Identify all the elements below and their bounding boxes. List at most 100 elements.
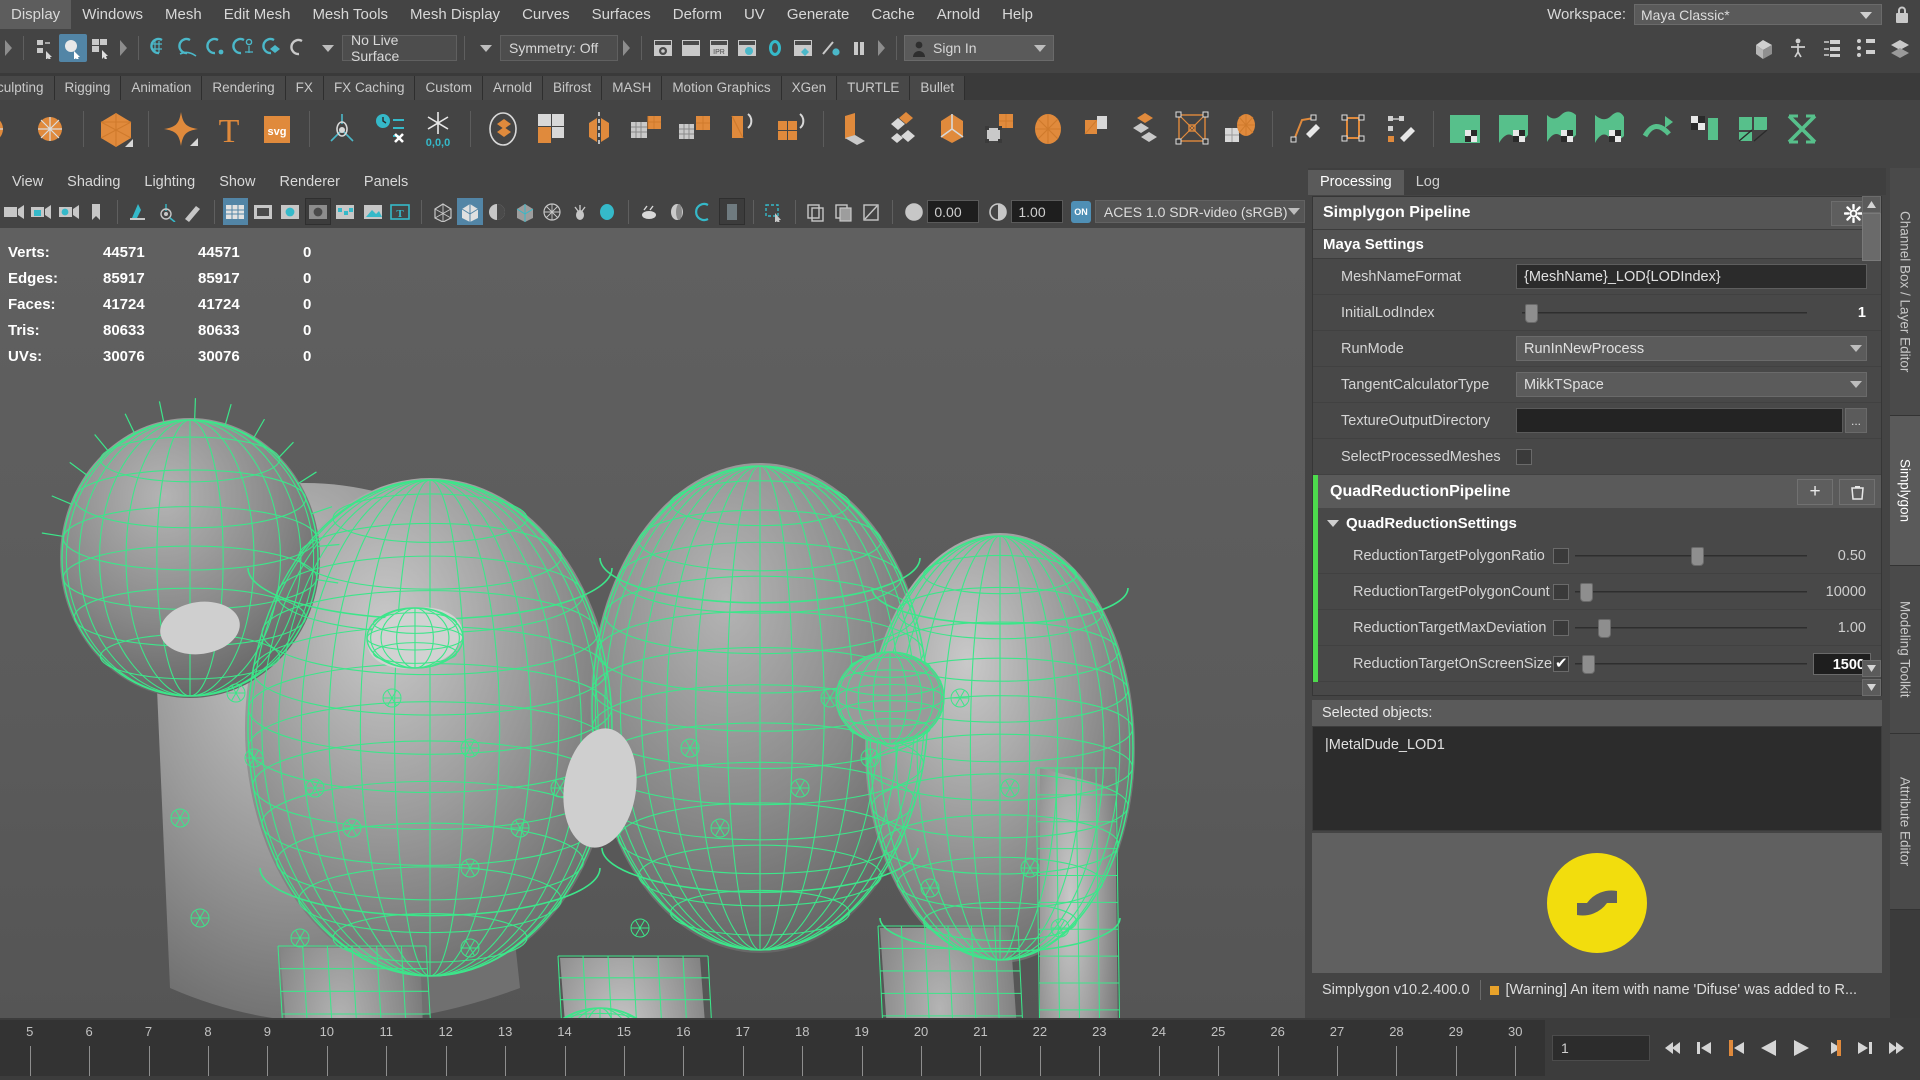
shelf-tab-xgen[interactable]: XGen bbox=[781, 76, 838, 100]
vertical-tab-modeling-toolkit[interactable]: Modeling Toolkit bbox=[1890, 566, 1920, 734]
ipr-render-icon[interactable]: IPR bbox=[705, 34, 733, 62]
render-sequence-icon[interactable] bbox=[677, 34, 705, 62]
toolbar-group-arrow[interactable] bbox=[117, 37, 129, 59]
flat-shading-icon[interactable] bbox=[485, 198, 510, 225]
snap-to-projected-center-icon[interactable] bbox=[230, 34, 258, 62]
checkbox-ReductionTargetPolygonCount[interactable] bbox=[1553, 583, 1569, 600]
viewport-menu-show[interactable]: Show bbox=[207, 174, 267, 190]
workspace-dropdown[interactable]: Maya Classic* bbox=[1634, 4, 1882, 25]
menu-item-deform[interactable]: Deform bbox=[662, 0, 733, 29]
add-pipeline-button[interactable]: + bbox=[1797, 478, 1833, 505]
step-back-keyframe-icon[interactable] bbox=[1692, 1035, 1718, 1061]
mirror-icon[interactable] bbox=[578, 108, 620, 150]
checkbox-SelectProcessedMeshes[interactable] bbox=[1516, 448, 1532, 465]
checkbox-ReductionTargetPolygonRatio[interactable] bbox=[1553, 547, 1569, 564]
play-backwards-icon[interactable] bbox=[1756, 1035, 1782, 1061]
tab-processing[interactable]: Processing bbox=[1308, 170, 1404, 195]
lock-camera-icon[interactable] bbox=[28, 198, 53, 225]
menu-item-mesh-tools[interactable]: Mesh Tools bbox=[301, 0, 399, 29]
exposure-adjust-icon[interactable] bbox=[901, 198, 926, 225]
menu-item-curves[interactable]: Curves bbox=[511, 0, 581, 29]
uv-layout-icon[interactable] bbox=[1733, 108, 1775, 150]
bridge-icon[interactable] bbox=[931, 108, 973, 150]
exposure-value-field[interactable]: 0.00 bbox=[927, 200, 979, 223]
go-to-start-icon[interactable] bbox=[1660, 1035, 1686, 1061]
duplicate-face-icon[interactable] bbox=[1123, 108, 1165, 150]
append-polygon-icon[interactable] bbox=[979, 108, 1021, 150]
xray-active-components-icon[interactable] bbox=[859, 198, 884, 225]
rigging-icon[interactable] bbox=[1784, 34, 1812, 62]
slider-ReductionTargetOnScreenSize[interactable] bbox=[1575, 652, 1807, 676]
uv-auto-icon[interactable] bbox=[1637, 108, 1679, 150]
extract-icon[interactable] bbox=[722, 108, 764, 150]
shelf-tab-fx-caching[interactable]: FX Caching bbox=[323, 76, 416, 100]
slider-knob[interactable] bbox=[1691, 546, 1704, 566]
poke-face-icon[interactable] bbox=[1075, 108, 1117, 150]
sign-in-button[interactable]: Sign In bbox=[904, 35, 1054, 61]
shelf-tab-mash[interactable]: MASH bbox=[602, 76, 663, 100]
dropdown-TangentCalculatorType[interactable]: MikkTSpace bbox=[1516, 372, 1867, 397]
reduce-icon[interactable] bbox=[674, 108, 716, 150]
symmetry-field[interactable]: Symmetry: Off bbox=[500, 35, 618, 61]
menu-item-arnold[interactable]: Arnold bbox=[926, 0, 991, 29]
wedge-icon[interactable] bbox=[1027, 108, 1069, 150]
ambient-occlusion-icon[interactable] bbox=[664, 198, 689, 225]
dropdown-RunMode[interactable]: RunInNewProcess bbox=[1516, 336, 1867, 361]
torus-primitive-icon[interactable] bbox=[30, 108, 72, 150]
node-editor-icon[interactable] bbox=[1818, 34, 1846, 62]
menu-item-generate[interactable]: Generate bbox=[776, 0, 861, 29]
svg-tool-icon[interactable]: svg bbox=[256, 108, 298, 150]
shelf-tab-animation[interactable]: Animation bbox=[121, 76, 203, 100]
image-plane-icon[interactable] bbox=[126, 198, 151, 225]
target-weld-icon[interactable] bbox=[1380, 108, 1422, 150]
uv-cylindrical-icon[interactable] bbox=[1541, 108, 1583, 150]
slider-knob[interactable] bbox=[1579, 582, 1593, 602]
shadows-icon[interactable] bbox=[594, 198, 619, 225]
exposure-icon[interactable] bbox=[333, 198, 358, 225]
live-surface-field[interactable]: No Live Surface bbox=[342, 32, 457, 64]
select-camera-icon[interactable] bbox=[1, 198, 26, 225]
shelf-tab-custom[interactable]: Custom bbox=[415, 76, 483, 100]
shelf-tab-rendering[interactable]: Rendering bbox=[202, 76, 286, 100]
xray-joints-icon[interactable] bbox=[831, 198, 856, 225]
platonic-solid-icon[interactable] bbox=[95, 108, 137, 150]
toolbar-collapse-arrow[interactable] bbox=[2, 37, 14, 59]
slider-InitialLodIndex[interactable] bbox=[1522, 301, 1807, 325]
shelf-tab-arnold[interactable]: Arnold bbox=[483, 76, 544, 100]
use-all-lights-icon[interactable] bbox=[567, 198, 592, 225]
film-gate-icon[interactable] bbox=[250, 198, 275, 225]
snap-to-view-plane-icon[interactable] bbox=[258, 34, 286, 62]
toolbar-group-arrow[interactable] bbox=[875, 37, 887, 59]
viewport-menu-panels[interactable]: Panels bbox=[352, 174, 420, 190]
viewport-menu-lighting[interactable]: Lighting bbox=[132, 174, 207, 190]
sculpt-target-icon[interactable] bbox=[321, 108, 363, 150]
snap-to-grid-icon[interactable] bbox=[146, 34, 174, 62]
toolbar-group-arrow[interactable] bbox=[620, 37, 632, 59]
checkbox-ReductionTargetOnScreenSize[interactable] bbox=[1553, 654, 1569, 672]
snap-to-curve-icon[interactable] bbox=[174, 34, 202, 62]
shelf-tab-turtle[interactable]: TURTLE bbox=[837, 76, 911, 100]
hypergraph-icon[interactable] bbox=[1852, 34, 1880, 62]
render-current-frame-icon[interactable] bbox=[649, 34, 677, 62]
menu-item-mesh[interactable]: Mesh bbox=[154, 0, 213, 29]
viewport-menu-view[interactable]: View bbox=[0, 174, 55, 190]
crease-set-icon[interactable] bbox=[369, 108, 411, 150]
scroll-up-button[interactable] bbox=[1862, 196, 1881, 213]
uv-spherical-icon[interactable] bbox=[1589, 108, 1631, 150]
viewport-menu-shading[interactable]: Shading bbox=[55, 174, 132, 190]
separate-icon[interactable] bbox=[770, 108, 812, 150]
slider-ReductionTargetPolygonCount[interactable] bbox=[1575, 580, 1807, 604]
slider-knob[interactable] bbox=[1581, 654, 1595, 674]
make-live-icon[interactable] bbox=[286, 34, 314, 62]
uv-snapshot-icon[interactable] bbox=[1781, 108, 1823, 150]
time-slider[interactable]: 5 6 7 8 9 10 11 12 13 14 15 16 17 18 19 20 21 22 23 24 25 26 2… bbox=[0, 1020, 1545, 1076]
status-message[interactable]: [Warning] An item with name 'Difuse' was… bbox=[1506, 982, 1858, 998]
smooth-icon[interactable] bbox=[626, 108, 668, 150]
perspective-viewport[interactable]: Verts: 44571 44571 0 Edges: 85917 85917 0 Faces:… bbox=[0, 228, 1305, 1018]
motion-blur-icon[interactable] bbox=[637, 198, 662, 225]
chevron-down-icon[interactable] bbox=[1288, 208, 1301, 215]
snap-to-point-icon[interactable] bbox=[202, 34, 230, 62]
shelf-tab-fx[interactable]: FX bbox=[285, 76, 324, 100]
scroll-down-button-2[interactable] bbox=[1862, 679, 1881, 696]
menu-item-mesh-display[interactable]: Mesh Display bbox=[399, 0, 511, 29]
